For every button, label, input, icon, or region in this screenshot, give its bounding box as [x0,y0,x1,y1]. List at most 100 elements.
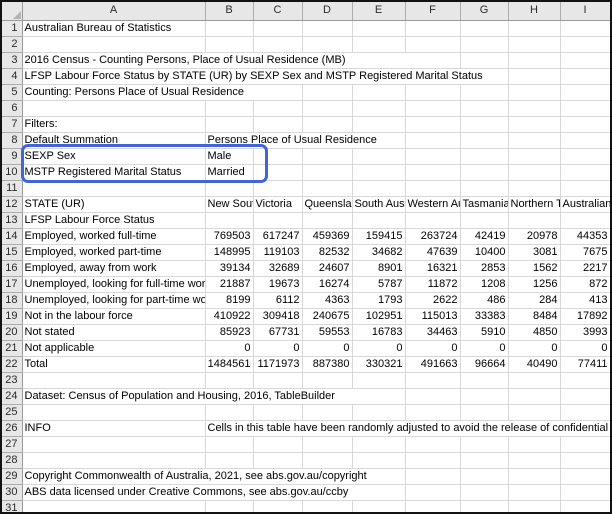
cell-I2[interactable] [560,36,610,53]
cell-G1[interactable] [460,20,509,37]
cell-G13[interactable] [460,212,509,229]
cell-A14[interactable]: Employed, worked full-time [22,228,206,245]
cell-G10[interactable] [460,164,509,181]
cell-C18[interactable]: 6112 [253,292,303,309]
cell-E7[interactable] [352,116,406,133]
cell-H11[interactable] [508,180,561,197]
cell-D27[interactable] [302,436,353,453]
row-header-8[interactable]: 8 [2,132,23,149]
row-header-6[interactable]: 6 [2,100,23,117]
cell-H12[interactable]: Northern Territory [508,196,561,213]
cell-G19[interactable]: 33383 [460,308,509,325]
cell-H10[interactable] [508,164,561,181]
cell-I21[interactable]: 0 [560,340,610,357]
cell-B20[interactable]: 85923 [205,324,254,341]
cell-I8[interactable] [560,132,610,149]
cell-D23[interactable] [302,372,353,389]
cell-A16[interactable]: Employed, away from work [22,260,206,277]
cell-I30[interactable] [560,484,610,501]
cell-H9[interactable] [508,148,561,165]
cell-B26[interactable]: Cells in this table have been randomly a… [205,420,610,437]
cell-A27[interactable] [22,436,206,453]
column-header-E[interactable]: E [352,2,406,21]
cell-E5[interactable] [352,84,406,101]
cell-D5[interactable] [302,84,353,101]
cell-D15[interactable]: 82532 [302,244,353,261]
cell-B16[interactable]: 39134 [205,260,254,277]
cell-I27[interactable] [560,436,610,453]
cell-C11[interactable] [253,180,303,197]
cell-H25[interactable] [508,404,561,421]
row-header-10[interactable]: 10 [2,164,23,181]
cell-A22[interactable]: Total [22,356,206,373]
cell-E22[interactable]: 330321 [352,356,406,373]
cell-G24[interactable] [460,388,509,405]
cell-A10[interactable]: MSTP Registered Marital Status [22,164,206,181]
cell-G8[interactable] [460,132,509,149]
cell-C22[interactable]: 1171973 [253,356,303,373]
cell-B25[interactable] [205,404,254,421]
row-header-4[interactable]: 4 [2,68,23,85]
cell-D13[interactable] [302,212,353,229]
cell-F6[interactable] [405,100,461,117]
cell-G21[interactable]: 0 [460,340,509,357]
column-header-D[interactable]: D [302,2,353,21]
cell-D11[interactable] [302,180,353,197]
cell-D22[interactable]: 887380 [302,356,353,373]
cell-F10[interactable] [405,164,461,181]
cell-F17[interactable]: 11872 [405,276,461,293]
column-header-H[interactable]: H [508,2,561,21]
cell-I15[interactable]: 7675 [560,244,610,261]
cell-I10[interactable] [560,164,610,181]
cell-D1[interactable] [302,20,353,37]
cell-B7[interactable] [205,116,254,133]
cell-F30[interactable] [405,484,461,501]
cell-B23[interactable] [205,372,254,389]
cell-C28[interactable] [253,452,303,469]
cell-I13[interactable] [560,212,610,229]
row-header-22[interactable]: 22 [2,356,23,373]
cell-A3[interactable]: 2016 Census - Counting Persons, Place of… [22,52,461,69]
cell-A28[interactable] [22,452,206,469]
cell-A15[interactable]: Employed, worked part-time [22,244,206,261]
cell-E31[interactable] [352,500,406,512]
cell-I7[interactable] [560,116,610,133]
select-all-button[interactable] [2,2,23,21]
cell-F21[interactable]: 0 [405,340,461,357]
row-header-26[interactable]: 26 [2,420,23,437]
cell-H28[interactable] [508,452,561,469]
cell-D9[interactable] [302,148,353,165]
cell-H6[interactable] [508,100,561,117]
row-header-3[interactable]: 3 [2,52,23,69]
cell-C12[interactable]: Victoria [253,196,303,213]
cell-I29[interactable] [560,468,610,485]
row-header-1[interactable]: 1 [2,20,23,37]
cell-A24[interactable]: Dataset: Census of Population and Housin… [22,388,406,405]
cell-B11[interactable] [205,180,254,197]
cell-H22[interactable]: 40490 [508,356,561,373]
cell-E23[interactable] [352,372,406,389]
cell-E2[interactable] [352,36,406,53]
cell-F11[interactable] [405,180,461,197]
cell-H2[interactable] [508,36,561,53]
cell-D7[interactable] [302,116,353,133]
cell-G18[interactable]: 486 [460,292,509,309]
row-header-17[interactable]: 17 [2,276,23,293]
cell-B22[interactable]: 1484561 [205,356,254,373]
cell-I6[interactable] [560,100,610,117]
row-header-14[interactable]: 14 [2,228,23,245]
cell-C21[interactable]: 0 [253,340,303,357]
cell-H8[interactable] [508,132,561,149]
cell-G7[interactable] [460,116,509,133]
cell-B6[interactable] [205,100,254,117]
cell-I14[interactable]: 44353 [560,228,610,245]
cell-C10[interactable] [253,164,303,181]
row-header-24[interactable]: 24 [2,388,23,405]
cell-A31[interactable] [22,500,206,512]
cell-B14[interactable]: 769503 [205,228,254,245]
cell-A11[interactable] [22,180,206,197]
cell-F1[interactable] [405,20,461,37]
cell-G25[interactable] [460,404,509,421]
cell-F29[interactable] [405,468,461,485]
cell-C7[interactable] [253,116,303,133]
